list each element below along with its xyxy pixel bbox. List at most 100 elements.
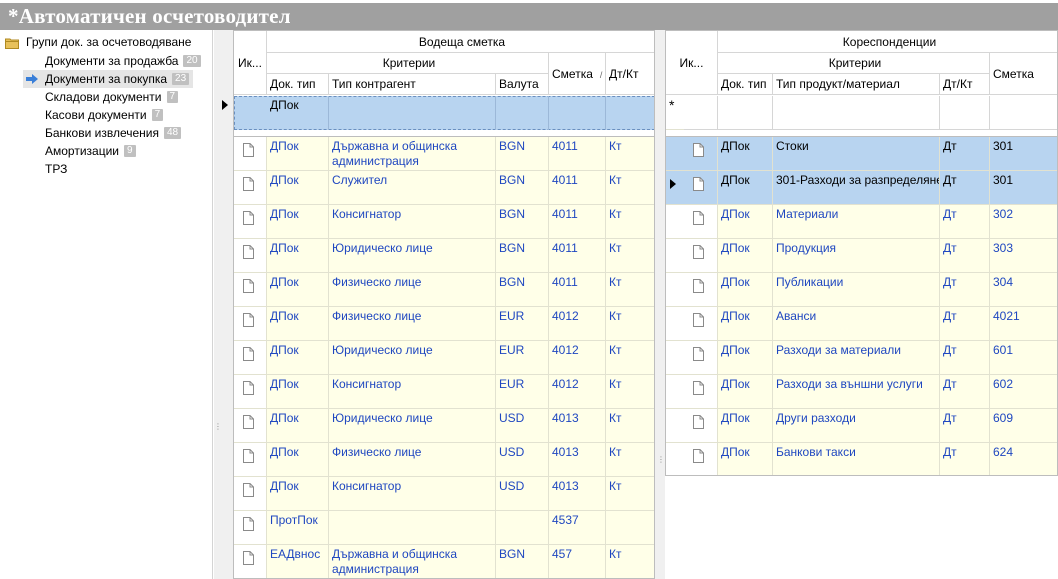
cell-contractor[interactable]: Физическо лице: [329, 273, 496, 307]
filter-cell[interactable]: [549, 96, 606, 130]
cell-currency[interactable]: BGN: [496, 545, 549, 578]
cell-doc-type[interactable]: ЕАДвнос: [267, 545, 329, 578]
tree-root[interactable]: Групи док. за осчетоводяване: [5, 34, 191, 51]
row-icon-cell[interactable]: [684, 341, 718, 375]
tree-item[interactable]: ТРЗ: [23, 160, 71, 178]
cell-product[interactable]: Разходи за материали: [773, 341, 940, 375]
row-icon-cell[interactable]: [684, 409, 718, 443]
cell-dt-kt[interactable]: Дт: [940, 341, 990, 375]
cell-dt-kt[interactable]: Кт: [606, 477, 654, 511]
cell-product[interactable]: Материали: [773, 205, 940, 239]
cell-product[interactable]: Публикации: [773, 273, 940, 307]
row-icon-cell[interactable]: [234, 239, 267, 273]
tree-item[interactable]: Документи за продажба 20: [23, 52, 205, 70]
cell-doc-type[interactable]: ДПок: [718, 443, 773, 475]
current-row-indicator[interactable]: [666, 171, 684, 205]
cell-account[interactable]: 303: [990, 239, 1057, 273]
filter-cell[interactable]: [606, 96, 654, 130]
cell-doc-type[interactable]: ДПок: [267, 341, 329, 375]
cell-currency[interactable]: EUR: [496, 341, 549, 375]
cell-currency[interactable]: BGN: [496, 239, 549, 273]
tree-item[interactable]: Амортизации 9: [23, 142, 140, 160]
cell-dt-kt[interactable]: Дт: [940, 307, 990, 341]
cell-doc-type[interactable]: ДПок: [267, 205, 329, 239]
cell-account[interactable]: 457: [549, 545, 606, 578]
cell-doc-type[interactable]: ДПок: [267, 443, 329, 477]
row-icon-cell[interactable]: [234, 409, 267, 443]
cell-dt-kt[interactable]: Дт: [940, 443, 990, 475]
cell-currency[interactable]: USD: [496, 443, 549, 477]
cell-dt-kt[interactable]: Дт: [940, 171, 990, 205]
cell-account[interactable]: 4012: [549, 375, 606, 409]
column-header-icon[interactable]: Ик...: [234, 31, 267, 95]
tree-item[interactable]: Документи за покупка 23: [23, 70, 194, 88]
row-icon-cell[interactable]: [234, 171, 267, 205]
groups-tree[interactable]: Групи док. за осчетоводяване Документи з…: [0, 30, 213, 579]
cell-account[interactable]: 4013: [549, 443, 606, 477]
cell-account[interactable]: 609: [990, 409, 1057, 443]
cell-account[interactable]: 601: [990, 341, 1057, 375]
cell-currency[interactable]: [496, 511, 549, 545]
row-selector[interactable]: [666, 409, 684, 443]
row-icon-cell[interactable]: [684, 443, 718, 475]
cell-contractor[interactable]: Служител: [329, 171, 496, 205]
row-selector[interactable]: [666, 375, 684, 409]
row-icon-cell[interactable]: [234, 545, 267, 578]
row-icon-cell[interactable]: [234, 477, 267, 511]
cell-currency[interactable]: EUR: [496, 307, 549, 341]
cell-account[interactable]: 624: [990, 443, 1057, 475]
correspondences-grid[interactable]: Ик... Кореспонденции Критерии Док. тип Тип п…: [665, 30, 1058, 476]
cell-dt-kt[interactable]: Кт: [606, 137, 654, 171]
cell-contractor[interactable]: Държавна и общинска администрация: [329, 137, 496, 171]
leading-account-grid[interactable]: Ик... Водеща сметка Критерии Док. тип Тип ко…: [233, 30, 655, 579]
column-header-currency[interactable]: Валута: [496, 74, 549, 95]
column-header-contractor[interactable]: Тип контрагент: [329, 74, 496, 95]
cell-doc-type[interactable]: ДПок: [718, 307, 773, 341]
cell-doc-type[interactable]: ПротПок: [267, 511, 329, 545]
column-header-product[interactable]: Тип продукт/материал: [773, 74, 940, 95]
row-icon-cell[interactable]: [234, 205, 267, 239]
tree-item[interactable]: Складови документи 7: [23, 88, 182, 106]
row-selector[interactable]: [666, 239, 684, 273]
cell-account[interactable]: 301: [990, 137, 1057, 171]
cell-product[interactable]: Продукция: [773, 239, 940, 273]
new-row-cell[interactable]: [684, 96, 718, 130]
cell-dt-kt[interactable]: Дт: [940, 239, 990, 273]
row-icon-cell[interactable]: [234, 511, 267, 545]
cell-account[interactable]: 301: [990, 171, 1057, 205]
cell-doc-type[interactable]: ДПок: [718, 409, 773, 443]
cell-product[interactable]: 301-Разходи за разпределяне: [773, 171, 940, 205]
cell-doc-type[interactable]: ДПок: [718, 341, 773, 375]
cell-dt-kt[interactable]: Дт: [940, 375, 990, 409]
tree-item[interactable]: Банкови извлечения 48: [23, 124, 185, 142]
cell-dt-kt[interactable]: Кт: [606, 545, 654, 578]
row-icon-cell[interactable]: [234, 307, 267, 341]
cell-dt-kt[interactable]: Дт: [940, 409, 990, 443]
row-selector[interactable]: [666, 341, 684, 375]
cell-account[interactable]: 4011: [549, 205, 606, 239]
column-header-doc-type[interactable]: Док. тип: [718, 74, 773, 95]
cell-product[interactable]: Стоки: [773, 137, 940, 171]
cell-contractor[interactable]: [329, 511, 496, 545]
row-selector[interactable]: [666, 443, 684, 475]
row-icon-cell[interactable]: [234, 137, 267, 171]
cell-dt-kt[interactable]: Кт: [606, 341, 654, 375]
cell-contractor[interactable]: Консигнатор: [329, 375, 496, 409]
row-selector[interactable]: [666, 205, 684, 239]
cell-doc-type[interactable]: ДПок: [267, 307, 329, 341]
cell-currency[interactable]: BGN: [496, 205, 549, 239]
cell-account[interactable]: 4537: [549, 511, 606, 545]
filter-cell-doc-type[interactable]: ДПок: [267, 96, 329, 130]
cell-product[interactable]: Аванси: [773, 307, 940, 341]
row-icon-cell[interactable]: [684, 239, 718, 273]
cell-account[interactable]: 4013: [549, 477, 606, 511]
column-header-dt-kt[interactable]: Дт/Кт: [606, 53, 654, 95]
cell-doc-type[interactable]: ДПок: [267, 239, 329, 273]
cell-doc-type[interactable]: ДПок: [267, 273, 329, 307]
cell-doc-type[interactable]: ДПок: [718, 273, 773, 307]
cell-account[interactable]: 4011: [549, 137, 606, 171]
row-icon-cell[interactable]: [684, 273, 718, 307]
cell-contractor[interactable]: Консигнатор: [329, 477, 496, 511]
cell-account[interactable]: 302: [990, 205, 1057, 239]
cell-doc-type[interactable]: ДПок: [718, 137, 773, 171]
